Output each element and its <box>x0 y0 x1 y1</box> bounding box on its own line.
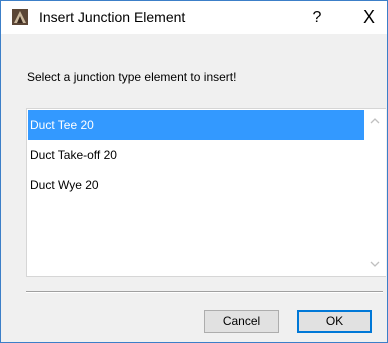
list-item-duct-tee-20[interactable]: Duct Tee 20 <box>28 110 365 140</box>
separator-line <box>26 291 383 293</box>
list-item-duct-wye-20[interactable]: Duct Wye 20 <box>28 170 365 200</box>
scroll-down-arrow-icon[interactable] <box>364 254 386 274</box>
insert-junction-dialog: Insert Junction Element ? X Select a jun… <box>0 0 388 343</box>
scroll-up-arrow-icon[interactable] <box>364 111 386 131</box>
junction-type-list[interactable]: Duct Tee 20 Duct Take-off 20 Duct Wye 20 <box>26 108 386 277</box>
window-title: Insert Junction Element <box>39 9 186 25</box>
help-button[interactable]: ? <box>297 1 337 34</box>
cancel-button[interactable]: Cancel <box>204 310 279 333</box>
prompt-text: Select a junction type element to insert… <box>27 70 237 84</box>
list-scrollbar[interactable] <box>364 109 386 276</box>
app-icon <box>12 9 28 25</box>
list-item-duct-take-off-20[interactable]: Duct Take-off 20 <box>28 140 365 170</box>
ok-button[interactable]: OK <box>297 310 372 333</box>
title-bar[interactable]: Insert Junction Element ? X <box>1 1 387 34</box>
close-button[interactable]: X <box>351 1 387 34</box>
